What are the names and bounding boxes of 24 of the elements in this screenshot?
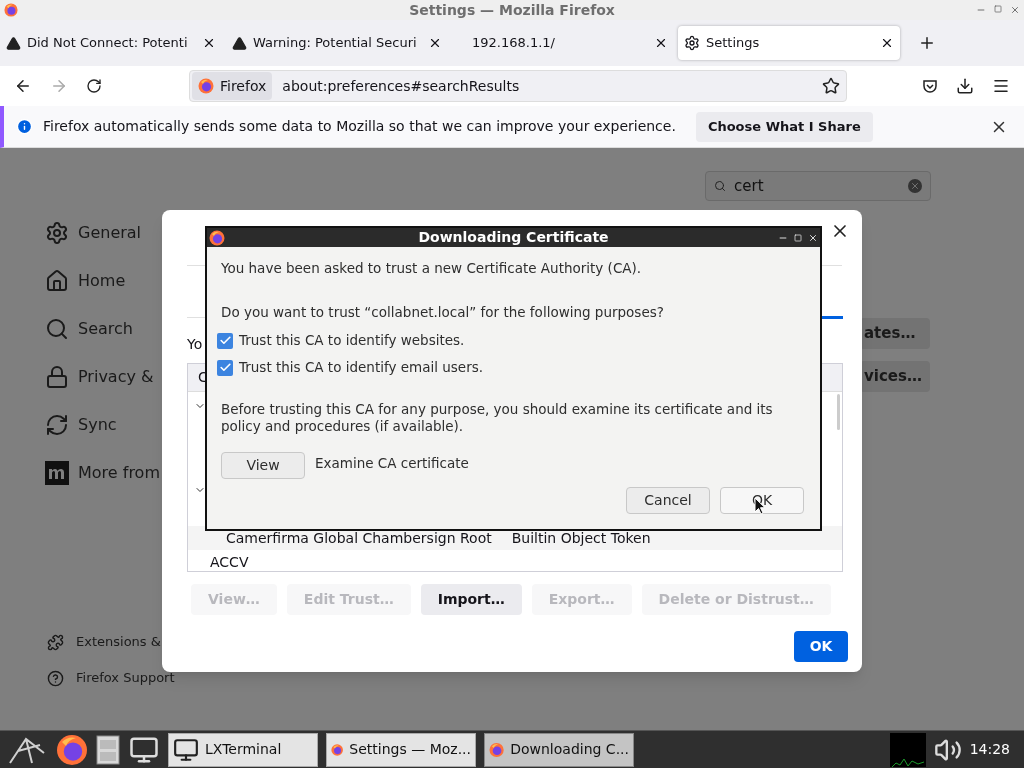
table-cell-text: ACCV <box>210 552 249 571</box>
url-text: about:preferences#searchResults <box>282 76 520 96</box>
tab-title: Warning: Potential Securi <box>253 34 418 53</box>
task-label: Settings — Moz... <box>349 740 471 759</box>
dialog-title: Downloading Certificate <box>418 228 609 247</box>
checkbox-label: Trust this CA to identify websites. <box>239 331 465 351</box>
view-label: Examine CA certificate <box>315 453 469 473</box>
tab-title: Did Not Connect: Potenti <box>27 34 189 53</box>
task-label: Downloading C... <box>510 740 629 759</box>
clock: 14:28 <box>969 740 1010 759</box>
task-label: LXTerminal <box>205 740 282 759</box>
dialog-message: You have been asked to trust a new Certificate Authority (CA). <box>221 259 643 278</box>
identity-label: Firefox <box>220 76 267 96</box>
description-text: Yo <box>187 335 203 354</box>
dialog-question: Do you want to trust “collabnet.local” for the following purposes? <box>221 303 665 323</box>
dialog-note: Before trusting this CA for any purpose, you should examine its certificate and its policy and procedures (if available). <box>221 400 774 435</box>
tab-title: Settings <box>706 34 761 53</box>
notification-message: Firefox automatically sends some data to Mozilla so that we can improve your experience. <box>43 117 676 136</box>
search-value: cert <box>734 175 764 197</box>
table-cell-text: Camerfirma Global Chambersign Root <box>226 528 492 548</box>
window-title: Settings — Mozilla Firefox <box>409 0 615 20</box>
tab-title: 192.168.1.1/ <box>471 34 556 53</box>
table-cell-text: Builtin Object Token <box>511 528 651 548</box>
checkbox-label: Trust this CA to identify email users. <box>239 358 484 378</box>
